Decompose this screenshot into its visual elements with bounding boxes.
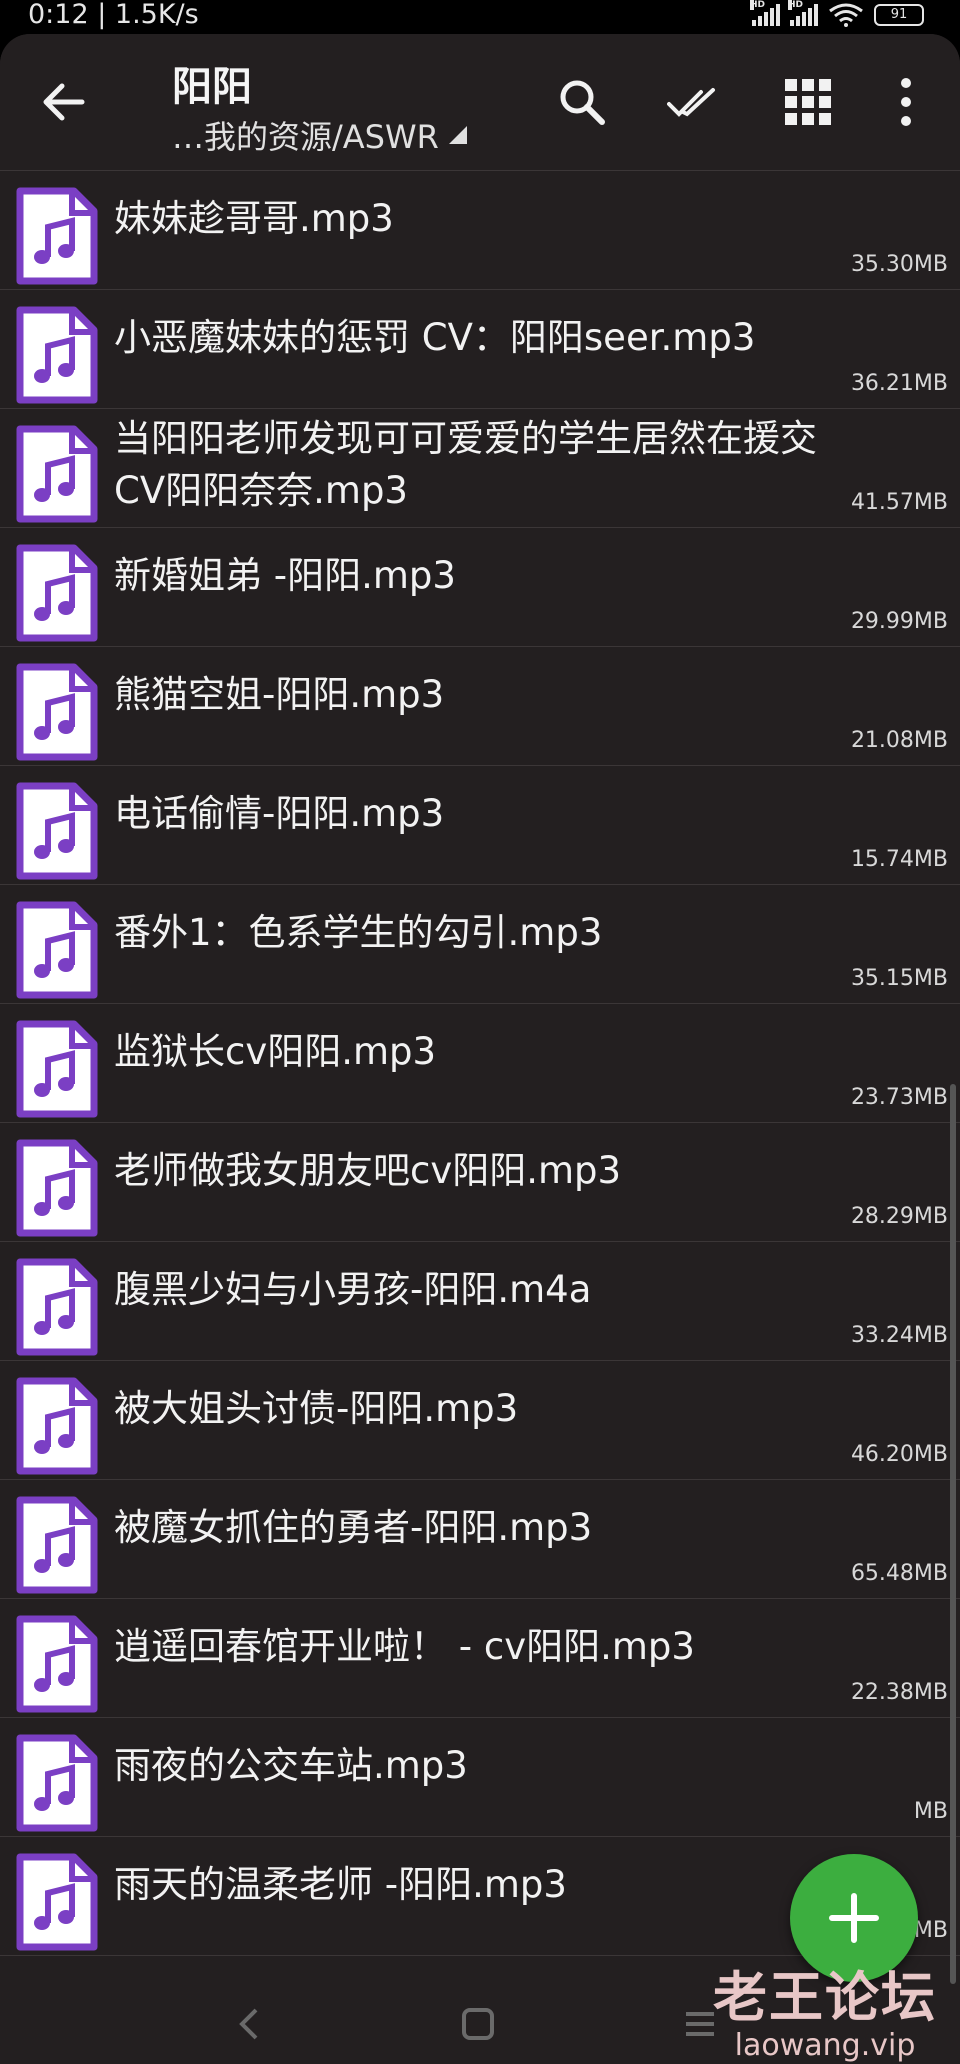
add-fab-button[interactable] xyxy=(790,1854,918,1982)
file-size: 36.21MB xyxy=(850,371,948,396)
file-name: 番外1：色系学生的勾引.mp3 xyxy=(114,911,603,954)
file-name: 熊猫空姐-阳阳.mp3 xyxy=(114,673,445,716)
file-name: 当阳阳老师发现可可爱爱的学生居然在援交 CV阳阳奈奈.mp3 xyxy=(114,417,817,512)
file-name: 新婚姐弟 -阳阳.mp3 xyxy=(114,554,456,597)
file-size: 28.29MB xyxy=(850,1204,948,1229)
file-row[interactable]: 新婚姐弟 -阳阳.mp3 29.99MB xyxy=(0,528,960,647)
file-row[interactable]: 番外1：色系学生的勾引.mp3 35.15MB xyxy=(0,885,960,1004)
battery-icon: 91 xyxy=(874,4,924,26)
file-row[interactable]: 当阳阳老师发现可可爱爱的学生居然在援交 CV阳阳奈奈.mp3 41.57MB xyxy=(0,409,960,528)
signal-icon-2: HD xyxy=(788,0,818,26)
file-size: 33.24MB xyxy=(850,1323,948,1348)
file-row[interactable]: 逍遥回春馆开业啦！ - cv阳阳.mp3 22.38MB xyxy=(0,1599,960,1718)
add-icon xyxy=(829,1893,879,1943)
file-name: 被魔女抓住的勇者-阳阳.mp3 xyxy=(114,1506,593,1549)
file-name: 雨夜的公交车站.mp3 xyxy=(114,1744,468,1787)
file-name: 老师做我女朋友吧cv阳阳.mp3 xyxy=(114,1149,622,1192)
file-row[interactable]: 腹黑少妇与小男孩-阳阳.m4a 33.24MB xyxy=(0,1242,960,1361)
file-size: 21.08MB xyxy=(850,728,948,753)
select-all-icon[interactable] xyxy=(664,72,724,132)
file-row[interactable]: 小恶魔妹妹的惩罚 CV：阳阳seer.mp3 36.21MB xyxy=(0,290,960,409)
status-time-speed: 0:12 | 1.5K/s xyxy=(28,0,199,30)
audio-file-icon xyxy=(16,1139,98,1237)
file-name: 电话偷情-阳阳.mp3 xyxy=(114,792,445,835)
wifi-icon xyxy=(829,3,863,27)
watermark-title: 老王论坛 xyxy=(713,1966,937,2029)
file-row[interactable]: 老师做我女朋友吧cv阳阳.mp3 28.29MB xyxy=(0,1123,960,1242)
file-size: 35.30MB xyxy=(850,252,948,277)
status-bar: 0:12 | 1.5K/s HD HD 91 xyxy=(0,0,960,30)
audio-file-icon xyxy=(16,1853,98,1951)
file-size: 65.48MB xyxy=(850,1561,948,1586)
file-name: 逍遥回春馆开业啦！ - cv阳阳.mp3 xyxy=(114,1625,695,1668)
audio-file-icon xyxy=(16,306,98,404)
file-list: 叉叉的福利.mp358.77MB妹妹趁哥哥.mp335.30MB小恶魔妹妹的惩罚… xyxy=(0,52,960,1956)
file-size: 41.57MB xyxy=(850,490,948,515)
more-vert-icon[interactable] xyxy=(876,72,936,132)
watermark-url: laowang.vip xyxy=(734,2028,916,2063)
scrollbar[interactable] xyxy=(950,1084,956,1984)
file-size: 15.74MB xyxy=(850,847,948,872)
audio-file-icon xyxy=(16,1615,98,1713)
nav-home-icon[interactable] xyxy=(458,2004,518,2054)
file-name: 妹妹趁哥哥.mp3 xyxy=(114,197,394,240)
file-row[interactable]: 被大姐头讨债-阳阳.mp3 46.20MB xyxy=(0,1361,960,1480)
file-size: 35.15MB xyxy=(850,966,948,991)
audio-file-icon xyxy=(16,1020,98,1118)
path-breadcrumb[interactable]: …我的资源/ASWR xyxy=(172,112,469,158)
audio-file-icon xyxy=(16,1734,98,1832)
file-name: 监狱长cv阳阳.mp3 xyxy=(114,1030,437,1073)
audio-file-icon xyxy=(16,187,98,285)
file-row[interactable]: 妹妹趁哥哥.mp3 35.30MB xyxy=(0,171,960,290)
file-size: 23.73MB xyxy=(850,1085,948,1110)
file-name: 雨天的温柔老师 -阳阳.mp3 xyxy=(114,1863,567,1906)
folder-title: 阳阳 xyxy=(172,64,252,110)
sim2-hd-label: HD xyxy=(788,0,804,10)
grid-view-icon[interactable] xyxy=(778,72,838,132)
file-row[interactable]: 熊猫空姐-阳阳.mp3 21.08MB xyxy=(0,647,960,766)
file-name: 小恶魔妹妹的惩罚 CV：阳阳seer.mp3 xyxy=(114,316,756,359)
file-manager-app: 阳阳 …我的资源/ASWR 妹妹趁哥哥.mp3 35.30MB 小恶魔妹妹的惩罚… xyxy=(0,34,960,2064)
audio-file-icon xyxy=(16,1377,98,1475)
audio-file-icon xyxy=(16,782,98,880)
toolbar: 阳阳 …我的资源/ASWR xyxy=(0,34,960,170)
nav-back-icon[interactable] xyxy=(230,2004,290,2054)
sim1-hd-label: HD xyxy=(750,0,766,10)
file-row[interactable]: 被魔女抓住的勇者-阳阳.mp3 65.48MB xyxy=(0,1480,960,1599)
audio-file-icon xyxy=(16,663,98,761)
path-text: …我的资源/ASWR xyxy=(172,118,439,156)
file-row[interactable]: 监狱长cv阳阳.mp3 23.73MB xyxy=(0,1004,960,1123)
file-name: 被大姐头讨债-阳阳.mp3 xyxy=(114,1387,519,1430)
file-row[interactable]: 电话偷情-阳阳.mp3 15.74MB xyxy=(0,766,960,885)
audio-file-icon xyxy=(16,425,98,523)
audio-file-icon xyxy=(16,1496,98,1594)
back-arrow-icon[interactable] xyxy=(36,74,92,130)
audio-file-icon xyxy=(16,901,98,999)
file-size: 22.38MB xyxy=(850,1680,948,1705)
file-row[interactable]: 雨夜的公交车站.mp3 MB xyxy=(0,1718,960,1837)
watermark: 老王论坛 laowang.vip xyxy=(690,1968,960,2064)
dropdown-triangle-icon xyxy=(448,126,467,144)
file-size: 29.99MB xyxy=(850,609,948,634)
audio-file-icon xyxy=(16,1258,98,1356)
audio-file-icon xyxy=(16,544,98,642)
status-icons: HD HD 91 xyxy=(750,0,924,28)
signal-icon: HD xyxy=(750,0,780,26)
file-name: 腹黑少妇与小男孩-阳阳.m4a xyxy=(114,1268,592,1311)
search-icon[interactable] xyxy=(552,72,612,132)
file-size: MB xyxy=(913,1799,948,1824)
file-size: 46.20MB xyxy=(850,1442,948,1467)
